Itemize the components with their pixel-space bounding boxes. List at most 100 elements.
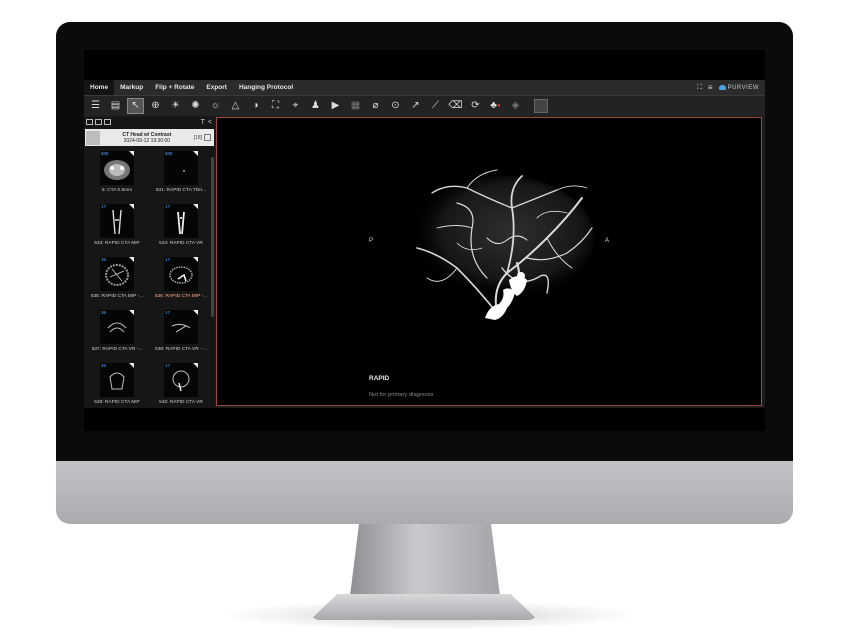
vr-axial-image [107, 322, 127, 333]
triangle-dropdown-icon[interactable]: △ [227, 98, 244, 114]
series-thumb[interactable]: 36 539: RAPID CTA MIP [86, 363, 148, 408]
eraser-icon[interactable]: ⌫ [447, 98, 464, 114]
mip-image [109, 372, 125, 390]
arrow-icon[interactable]: ↗ [407, 98, 424, 114]
series-image: 17 [164, 363, 198, 397]
mip-coronal-image [112, 209, 122, 235]
series-thumb[interactable]: 36 535: RAPID CTA MIP -... [86, 257, 148, 310]
collapse-panel-icon[interactable]: < [208, 119, 212, 126]
text-toggle-icon[interactable]: T [201, 119, 205, 126]
vr-image [172, 370, 190, 392]
monitor-stand-foot [310, 594, 538, 620]
menu-hanging-protocol[interactable]: Hanging Protocol [233, 80, 299, 95]
contrast-sun-icon[interactable]: ✺ [187, 98, 204, 114]
study-thumbnail [86, 130, 100, 145]
zoom-icon[interactable]: ⊕ [147, 98, 164, 114]
series-label: 534: RAPID CTA VR [159, 241, 203, 246]
series-scrollbar[interactable] [211, 157, 214, 317]
menu-export[interactable]: Export [200, 80, 233, 95]
series-thumb-selected[interactable]: 17 536: RAPID CTA MIP -... [150, 257, 212, 310]
toolbar: ☰ ▤ ↖ ⊕ ☀ ✺ ☼ △ ◑ ⛶ ⌖ ♟ ▶ ▦ ⌀ ⊙ ↗ ⟋ ⌫ ⟳ … [84, 96, 765, 116]
brightness-icon[interactable]: ☀ [167, 98, 184, 114]
series-image: 17 [164, 257, 198, 291]
series-image-count: 609 [101, 151, 109, 156]
crosshair-icon[interactable]: ⌖ [287, 98, 304, 114]
series-thumb[interactable]: 609 5: CTA 0.5mm [86, 151, 148, 204]
series-thumb[interactable]: 17 538: RAPID CTA VR - ... [150, 310, 212, 363]
menu-bar: Home Markup Flip + Rotate Export Hanging… [84, 80, 765, 96]
rotate-icon[interactable]: ⟳ [467, 98, 484, 114]
layout-grid-icon[interactable] [104, 119, 111, 125]
layout-icon[interactable]: ▦ [347, 98, 364, 114]
series-panel: T < CT Head w/ Contrast 2024-09-12 19:30… [84, 117, 215, 408]
monitor-chin [56, 461, 793, 524]
user-record-icon[interactable]: ♣ ● [487, 98, 504, 114]
purview-logo-text: PURVIEW [727, 84, 759, 91]
study-count-badge: [18] [193, 134, 202, 141]
series-label: 533: RAPID CTA MIP [94, 241, 140, 246]
series-label: 531: RAPID CTA Thin... [155, 188, 207, 193]
series-image-count: 36 [101, 310, 107, 315]
study-menu-icon[interactable] [204, 134, 211, 141]
document-icon[interactable]: ▤ [107, 98, 124, 114]
pointer-icon[interactable]: ↖ [127, 98, 144, 114]
cube-icon[interactable]: ◈ [507, 98, 524, 114]
play-icon[interactable]: ▶ [327, 98, 344, 114]
purview-logo: PURVIEW [718, 84, 759, 91]
series-thumb[interactable]: 17 540: RAPID CTA VR [150, 363, 212, 408]
series-label: 536: RAPID CTA MIP -... [154, 294, 208, 299]
layout-single-icon[interactable] [86, 119, 93, 125]
panel-header: T < [84, 117, 215, 127]
series-label: 5: CTA 0.5mm [101, 188, 133, 193]
mip-sagittal-image [169, 266, 193, 284]
monitor-screen: Home Markup Flip + Rotate Export Hanging… [84, 50, 765, 431]
hamburger-menu-icon[interactable]: ≡ [708, 83, 713, 92]
link-icon[interactable]: ⌀ [367, 98, 384, 114]
series-label: 537: RAPID CTA VR -... [91, 347, 143, 352]
orientation-left-marker: P [369, 238, 374, 244]
series-image-count: 17 [165, 204, 171, 209]
box-icon[interactable] [534, 99, 548, 113]
series-label: 535: RAPID CTA MIP -... [90, 294, 144, 299]
viewport-disclaimer: Not for primary diagnosis [369, 392, 434, 398]
mip-axial-image [105, 264, 129, 286]
series-image-count: 36 [101, 363, 107, 368]
ruler-icon[interactable]: ⟋ [427, 98, 444, 114]
layout-split-icon[interactable] [95, 119, 102, 125]
window-level-icon[interactable]: ☼ [207, 98, 224, 114]
menu-markup[interactable]: Markup [114, 80, 149, 95]
series-image-count: 609 [165, 151, 173, 156]
series-label: 539: RAPID CTA MIP [94, 400, 140, 405]
series-grid: 609 5: CTA 0.5mm 609 531: RAPID CTA Thin… [84, 146, 215, 408]
series-image-count: 17 [165, 363, 171, 368]
fit-icon[interactable]: ⛶ [267, 98, 284, 114]
series-image: 17 [164, 310, 198, 344]
series-image-count: 17 [165, 310, 171, 315]
person-icon[interactable]: ♟ [307, 98, 324, 114]
viewer-app: Home Markup Flip + Rotate Export Hanging… [84, 80, 765, 408]
viewport-title: RAPID [369, 375, 390, 382]
series-thumb[interactable]: 17 534: RAPID CTA VR [150, 204, 212, 257]
series-label: 538: RAPID CTA VR - ... [155, 347, 207, 352]
fullscreen-icon[interactable]: ⛶ [697, 84, 702, 92]
invert-icon[interactable]: ◑ [247, 98, 264, 114]
vr-sagittal-image [171, 323, 191, 333]
magnify-icon[interactable]: ⊙ [387, 98, 404, 114]
series-thumb[interactable]: 36 537: RAPID CTA VR -... [86, 310, 148, 363]
monitor-stand-neck [350, 524, 500, 596]
image-viewport[interactable]: P A RAPID Not for primary diagnosis [216, 117, 762, 406]
vr-coronal-image [177, 211, 185, 235]
study-header[interactable]: CT Head w/ Contrast 2024-09-12 19:30:00 … [85, 129, 214, 146]
menu-home[interactable]: Home [84, 80, 115, 95]
list-icon[interactable]: ☰ [87, 98, 104, 114]
axial-ct-image [104, 160, 130, 180]
series-thumb[interactable]: 17 533: RAPID CTA MIP [86, 204, 148, 257]
menu-flip-rotate[interactable]: Flip + Rotate [149, 80, 200, 95]
series-image: 17 [164, 204, 198, 238]
series-image-count: 36 [101, 257, 107, 262]
series-image: 17 [100, 204, 134, 238]
series-image: 36 [100, 363, 134, 397]
series-image: 609 [100, 151, 134, 185]
series-image: 36 [100, 310, 134, 344]
series-thumb[interactable]: 609 531: RAPID CTA Thin... [150, 151, 212, 204]
